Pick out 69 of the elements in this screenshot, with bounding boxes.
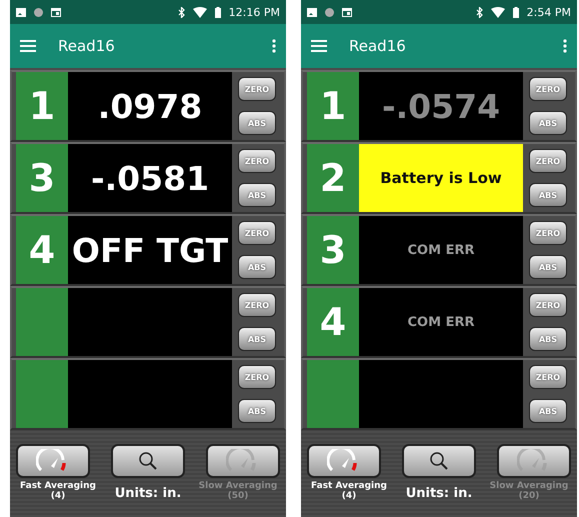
menu-icon[interactable] — [20, 40, 36, 52]
wifi-icon — [192, 6, 207, 18]
abs-button[interactable]: ABS — [529, 255, 567, 279]
channel-number: 3 — [16, 144, 68, 212]
window-icon — [51, 8, 61, 16]
averaging-label: Fast Averaging (4) — [19, 482, 97, 502]
more-icon[interactable] — [272, 39, 276, 53]
abs-button[interactable]: ABS — [529, 183, 567, 207]
channel-number: 1 — [307, 72, 359, 140]
abs-button[interactable]: ABS — [529, 327, 567, 351]
averaging-label: Fast Averaging (4) — [310, 482, 388, 502]
battery-icon — [214, 6, 221, 18]
abs-button[interactable]: ABS — [238, 111, 276, 135]
wifi-icon — [490, 6, 505, 18]
fast-averaging-button[interactable] — [16, 444, 90, 478]
search-button[interactable] — [402, 444, 476, 478]
channel-number: 4 — [307, 288, 359, 356]
zero-button[interactable]: ZERO — [238, 149, 276, 173]
status-time: 2:54 PM — [526, 6, 571, 18]
fast-averaging-button[interactable] — [307, 444, 381, 478]
zero-button[interactable]: ZERO — [238, 221, 276, 245]
app-title: Read16 — [58, 37, 116, 55]
status-time: 12:16 PM — [228, 6, 280, 18]
image-icon — [16, 8, 26, 16]
reading-display: -.0581 — [68, 144, 232, 212]
zero-button[interactable]: ZERO — [529, 293, 567, 317]
channel-number — [16, 360, 68, 428]
channel-number: 3 — [307, 216, 359, 284]
zero-button[interactable]: ZERO — [529, 365, 567, 389]
channel-number — [307, 360, 359, 428]
more-icon[interactable] — [563, 39, 567, 53]
reading-display: COM ERR — [359, 288, 523, 356]
circle-icon — [325, 8, 334, 16]
abs-button[interactable]: ABS — [529, 399, 567, 423]
reading-display: Battery is Low — [359, 144, 523, 212]
bluetooth-icon — [476, 6, 483, 18]
channel-number: 1 — [16, 72, 68, 140]
bluetooth-icon — [178, 6, 185, 18]
menu-icon[interactable] — [311, 40, 327, 52]
app-title: Read16 — [349, 37, 407, 55]
abs-button[interactable]: ABS — [238, 327, 276, 351]
circle-icon — [34, 8, 43, 16]
units-label: Units: in. — [406, 486, 472, 501]
abs-button[interactable]: ABS — [238, 183, 276, 207]
reading-display: OFF TGT — [68, 216, 232, 284]
zero-button[interactable]: ZERO — [238, 365, 276, 389]
image-icon — [307, 8, 317, 16]
search-icon — [138, 451, 158, 471]
window-icon — [342, 8, 352, 16]
reading-display: COM ERR — [359, 216, 523, 284]
abs-button[interactable]: ABS — [238, 255, 276, 279]
search-button[interactable] — [111, 444, 185, 478]
zero-button[interactable]: ZERO — [529, 221, 567, 245]
averaging-label: Slow Averaging (20) — [488, 482, 570, 502]
abs-button[interactable]: ABS — [529, 111, 567, 135]
abs-button[interactable]: ABS — [238, 399, 276, 423]
channel-number: 4 — [16, 216, 68, 284]
units-label: Units: in. — [114, 486, 182, 501]
zero-button[interactable]: ZERO — [238, 293, 276, 317]
reading-display: .0978 — [68, 72, 232, 140]
zero-button[interactable]: ZERO — [529, 77, 567, 101]
channel-number: 2 — [307, 144, 359, 212]
zero-button[interactable]: ZERO — [238, 77, 276, 101]
battery-icon — [512, 6, 519, 18]
zero-button[interactable]: ZERO — [529, 149, 567, 173]
channel-number — [16, 288, 68, 356]
reading-display: -.0574 — [359, 72, 523, 140]
averaging-label: Slow Averaging (50) — [198, 482, 278, 502]
search-icon — [429, 451, 449, 471]
